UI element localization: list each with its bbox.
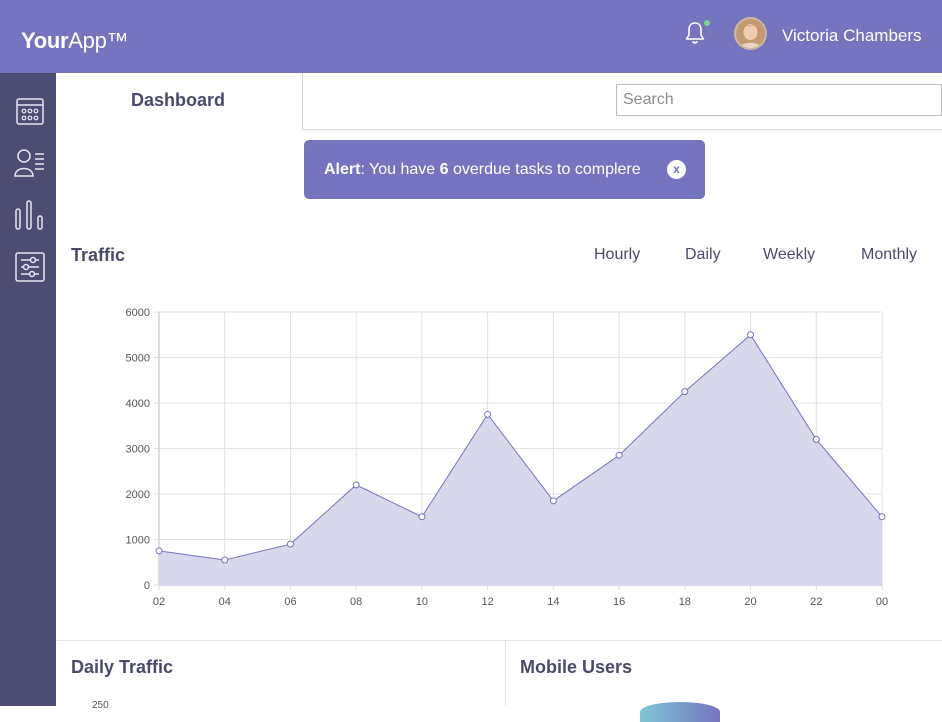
data-point xyxy=(747,331,755,339)
notification-dot xyxy=(703,19,711,27)
data-point xyxy=(155,547,163,555)
tab-dashboard[interactable]: Dashboard xyxy=(56,73,303,129)
data-point xyxy=(221,556,229,564)
y-tick-label: 2000 xyxy=(126,489,150,501)
data-point xyxy=(484,410,492,418)
y-tick-label: 6000 xyxy=(126,307,150,319)
y-tick-label: 1000 xyxy=(126,535,150,547)
data-point xyxy=(352,481,360,489)
x-tick-label: 20 xyxy=(744,596,756,608)
y-tick-label: 5000 xyxy=(126,353,150,365)
tab-hourly[interactable]: Hourly xyxy=(594,246,640,264)
alert-label: Alert xyxy=(324,161,361,178)
sidebar xyxy=(0,73,56,706)
users-list-icon[interactable] xyxy=(14,146,46,178)
data-point xyxy=(615,451,623,459)
logo-rest: App™ xyxy=(68,28,129,53)
x-tick-label: 10 xyxy=(416,596,428,608)
tab-dashboard-label: Dashboard xyxy=(131,90,226,110)
search-input[interactable] xyxy=(616,84,942,116)
y-tick-label: 4000 xyxy=(126,398,150,410)
alert-close-button[interactable]: x xyxy=(667,160,686,179)
avatar[interactable] xyxy=(734,17,767,50)
x-tick-label: 18 xyxy=(679,596,691,608)
top-header: YourApp™ Victoria Chambers xyxy=(0,0,942,73)
panel-divider-vertical xyxy=(505,641,506,706)
x-tick-label: 16 xyxy=(613,596,625,608)
app-logo[interactable]: YourApp™ xyxy=(21,28,129,54)
alert-text-before: : You have xyxy=(360,161,440,178)
x-tick-label: 00 xyxy=(876,596,888,608)
logo-bold: Your xyxy=(21,28,69,53)
data-point xyxy=(549,497,557,505)
traffic-chart: 010002000300040005000600002 04 06 08 10 12 14 1… xyxy=(126,307,889,608)
calendar-icon[interactable] xyxy=(14,95,46,127)
x-tick-label: 12 xyxy=(482,596,494,608)
tab-weekly[interactable]: Weekly xyxy=(763,246,815,264)
tab-monthly[interactable]: Monthly xyxy=(861,246,917,264)
traffic-title: Traffic xyxy=(71,245,126,265)
y-tick-label: 3000 xyxy=(126,444,150,456)
mobile-users-pie xyxy=(640,702,720,722)
data-point xyxy=(812,435,820,443)
mobile-users-title: Mobile Users xyxy=(520,657,633,677)
x-tick-label: 02 xyxy=(153,596,165,608)
alert-message: Alert: You have 6 overdue tasks to compl… xyxy=(324,161,641,179)
x-tick-label: 22 xyxy=(810,596,822,608)
x-tick-label: 06 xyxy=(284,596,296,608)
alert-banner: Alert: You have 6 overdue tasks to compl… xyxy=(304,140,705,199)
tab-daily[interactable]: Daily xyxy=(685,246,721,264)
panel-divider xyxy=(56,640,942,641)
data-point xyxy=(418,513,426,521)
x-tick-label: 08 xyxy=(350,596,362,608)
data-point xyxy=(878,513,886,521)
alert-count: 6 xyxy=(439,161,449,178)
user-name[interactable]: Victoria Chambers xyxy=(782,26,922,46)
x-tick-label: 04 xyxy=(219,596,231,608)
settings-sliders-icon[interactable] xyxy=(14,251,46,283)
x-tick-label: 14 xyxy=(547,596,559,608)
alert-text-after: overdue tasks to complere xyxy=(448,161,641,178)
avatar-image xyxy=(736,19,765,48)
bar-chart-icon[interactable] xyxy=(14,199,46,231)
daily-traffic-title: Daily Traffic xyxy=(71,657,174,677)
y-tick-label: 0 xyxy=(144,580,150,592)
data-point xyxy=(286,540,294,548)
data-point xyxy=(681,388,689,396)
